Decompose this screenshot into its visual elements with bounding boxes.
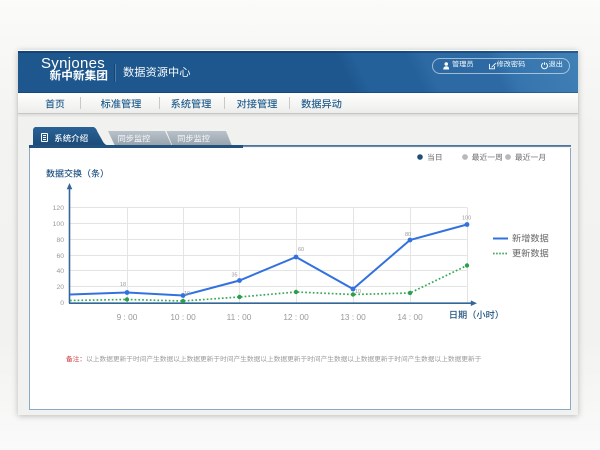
svg-text:12 : 00: 12 : 00 (283, 312, 309, 322)
svg-text:80: 80 (56, 237, 64, 244)
svg-text:10 : 00: 10 : 00 (170, 312, 196, 322)
svg-text:13 : 00: 13 : 00 (340, 312, 366, 322)
svg-text:60: 60 (56, 253, 64, 260)
svg-text:18: 18 (120, 282, 126, 288)
svg-text:35: 35 (232, 273, 238, 279)
svg-text:11 : 00: 11 : 00 (227, 312, 252, 322)
svg-text:120: 120 (53, 205, 65, 212)
svg-text:80: 80 (405, 232, 411, 238)
svg-text:9 : 00: 9 : 00 (117, 312, 138, 322)
svg-text:0: 0 (60, 300, 64, 307)
svg-text:100: 100 (462, 215, 471, 221)
svg-text:10: 10 (184, 291, 190, 297)
svg-text:20: 20 (56, 284, 64, 291)
svg-text:60: 60 (298, 247, 304, 253)
svg-text:10: 10 (355, 289, 361, 295)
svg-text:14 : 00: 14 : 00 (397, 312, 423, 322)
svg-text:100: 100 (53, 221, 65, 228)
svg-text:40: 40 (56, 268, 64, 275)
